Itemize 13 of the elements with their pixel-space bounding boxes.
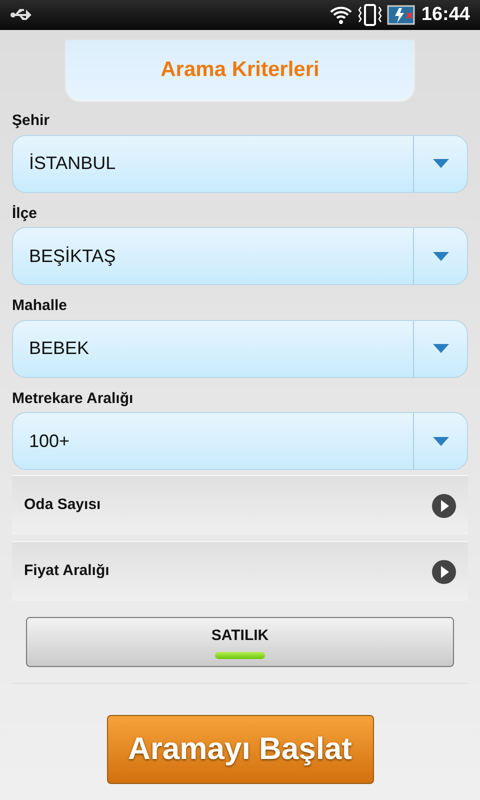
dropdown-field[interactable]: BEBEK [12, 320, 468, 378]
expand-row[interactable]: Oda Sayısı [12, 475, 468, 535]
field-label: Mahalle [12, 296, 68, 316]
dropdown-field[interactable]: 100+ [12, 412, 468, 470]
field-label: Metrekare Aralığı [12, 388, 134, 408]
field-label: İlçe [12, 204, 38, 224]
field-label: Şehir [12, 111, 51, 131]
dropdown-field[interactable]: İSTANBUL [12, 134, 468, 192]
header-title: Arama Kriterleri [160, 57, 320, 84]
expand-row[interactable]: Fiyat Aralığı [12, 541, 468, 601]
status-time: 16:44 [421, 2, 470, 27]
toggle-button[interactable]: SATILIK [26, 617, 454, 667]
dropdown-field[interactable]: BEŞİKTAŞ [12, 227, 468, 285]
